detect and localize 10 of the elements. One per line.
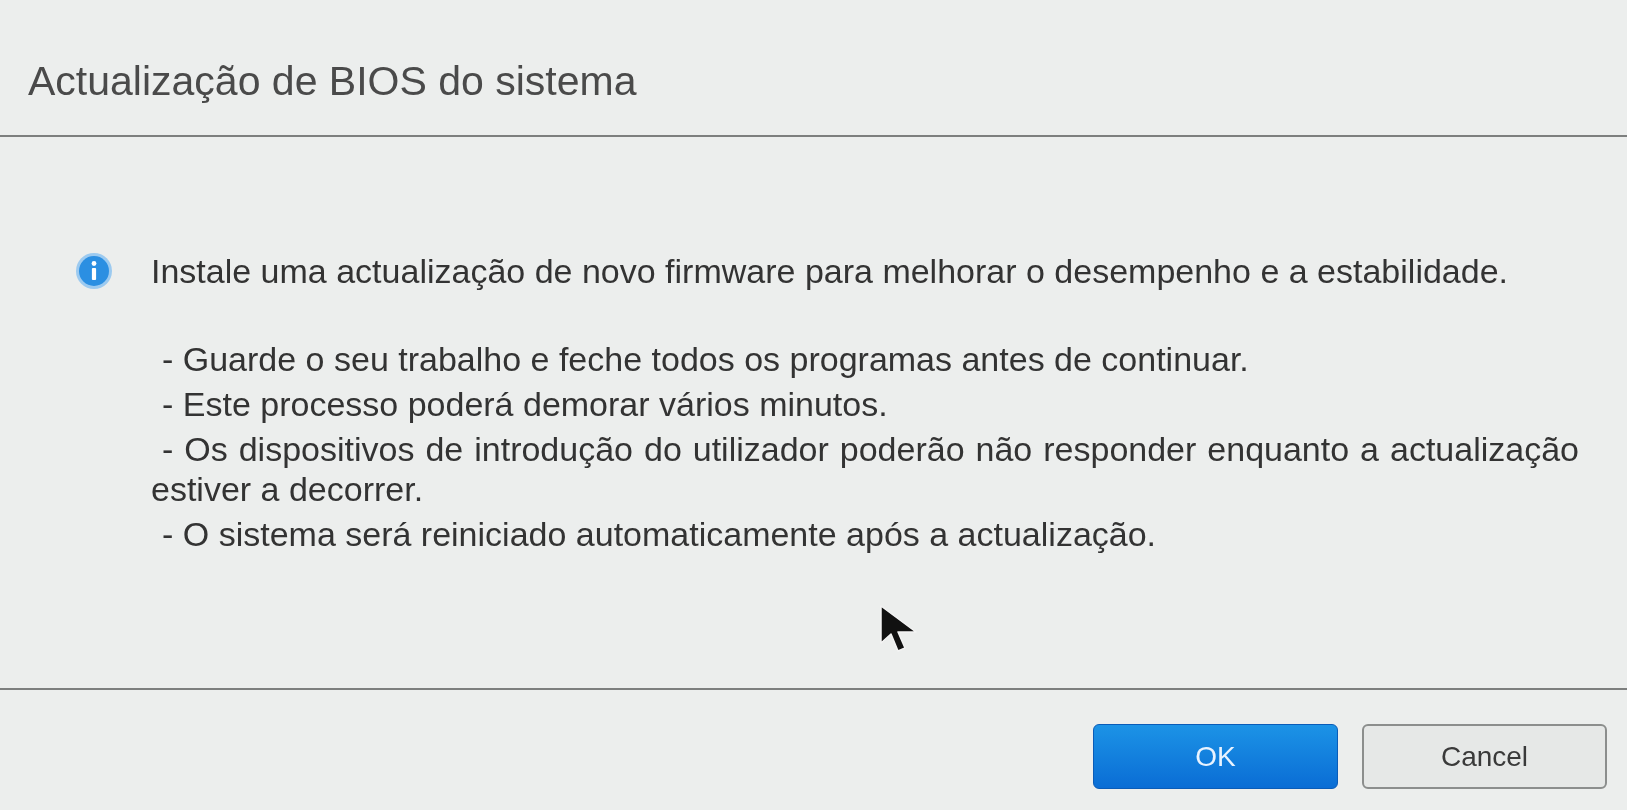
dialog-title: Actualização de BIOS do sistema — [28, 57, 638, 106]
note-text: - Os dispositivos de introdução do utilizador poderão não responder enquanto a actualização estiver a decorrer. — [151, 429, 1579, 509]
note-text: - Este processo poderá demorar vários minutos. — [161, 384, 889, 424]
message-text: Instale uma actualização de novo firmware para melhorar o desempenho e a estabilidade. — [151, 251, 1508, 292]
info-icon — [75, 252, 113, 290]
note-text: - Guarde o seu trabalho e feche todos os programas antes de continuar. — [161, 339, 1250, 379]
note-text: - O sistema será reiniciado automaticamente após a actualização. — [161, 514, 1158, 554]
ok-button[interactable]: OK — [1093, 724, 1338, 789]
mouse-pointer-icon — [880, 605, 918, 654]
cancel-button[interactable]: Cancel — [1362, 724, 1607, 789]
